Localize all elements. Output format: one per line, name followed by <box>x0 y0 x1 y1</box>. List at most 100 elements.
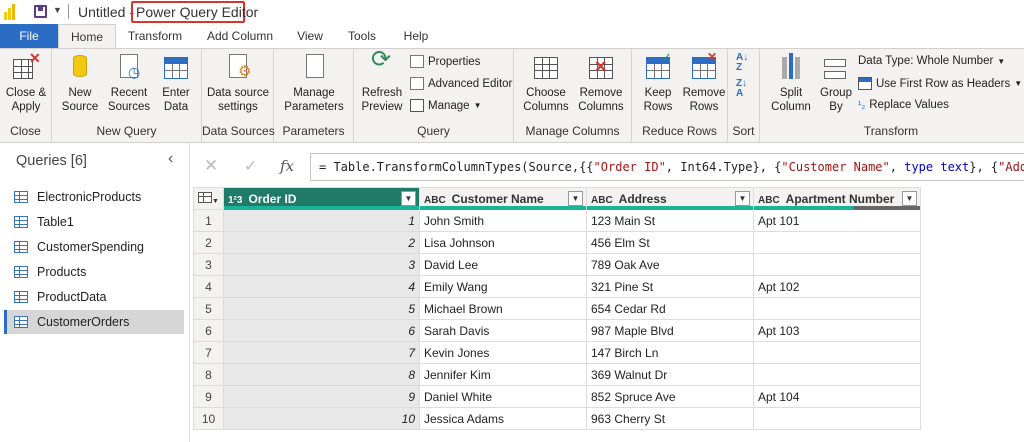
cell-order-id[interactable]: 5 <box>223 297 420 320</box>
cell-customer-name[interactable]: John Smith <box>419 209 587 232</box>
cell-apartment-number[interactable]: Apt 103 <box>753 319 921 342</box>
cell-address[interactable]: 963 Cherry St <box>586 407 754 430</box>
row-number[interactable]: 1 <box>193 209 224 232</box>
query-item-customerorders[interactable]: CustomerOrders <box>4 310 184 334</box>
cell-customer-name[interactable]: Jennifer Kim <box>419 363 587 386</box>
tab-tools[interactable]: Tools <box>342 24 382 48</box>
remove-columns-button[interactable]: ✕ Remove Columns <box>574 53 628 114</box>
cell-customer-name[interactable]: Sarah Davis <box>419 319 587 342</box>
text-type-icon[interactable]: ABC <box>758 195 780 206</box>
row-number[interactable]: 9 <box>193 385 224 408</box>
cell-order-id[interactable]: 1 <box>223 209 420 232</box>
group-by-button[interactable]: Group By <box>816 53 856 114</box>
row-number[interactable]: 4 <box>193 275 224 298</box>
cell-customer-name[interactable]: David Lee <box>419 253 587 276</box>
column-filter-dropdown[interactable]: ▼ <box>735 191 750 206</box>
close-apply-button[interactable]: ✕ Close & Apply <box>4 51 48 114</box>
use-first-row-headers-button[interactable]: Use First Row as Headers ▼ <box>858 77 1022 90</box>
cell-apartment-number[interactable]: Apt 102 <box>753 275 921 298</box>
tab-transform[interactable]: Transform <box>120 24 190 48</box>
cell-order-id[interactable]: 2 <box>223 231 420 254</box>
cell-order-id[interactable]: 3 <box>223 253 420 276</box>
column-filter-dropdown[interactable]: ▼ <box>568 191 583 206</box>
save-icon[interactable] <box>34 5 47 18</box>
cell-order-id[interactable]: 8 <box>223 363 420 386</box>
quick-access-dropdown-icon[interactable]: ▼ <box>53 5 62 15</box>
cell-customer-name[interactable]: Daniel White <box>419 385 587 408</box>
formula-input[interactable]: = Table.TransformColumnTypes(Source,{{"O… <box>310 153 1024 181</box>
cancel-formula-icon[interactable]: ✕ <box>204 156 218 176</box>
cell-customer-name[interactable]: Emily Wang <box>419 275 587 298</box>
row-number[interactable]: 10 <box>193 407 224 430</box>
query-item-customerspending[interactable]: CustomerSpending <box>4 235 184 259</box>
text-type-icon[interactable]: ABC <box>424 195 446 206</box>
query-item-table1[interactable]: Table1 <box>4 210 184 234</box>
cell-customer-name[interactable]: Michael Brown <box>419 297 587 320</box>
cell-address[interactable]: 654 Cedar Rd <box>586 297 754 320</box>
cell-customer-name[interactable]: Kevin Jones <box>419 341 587 364</box>
replace-values-button[interactable]: ¹₂ Replace Values <box>858 99 949 111</box>
data-source-settings-button[interactable]: ⚙ Data source settings <box>206 53 270 114</box>
cell-customer-name[interactable]: Jessica Adams <box>419 407 587 430</box>
cell-address[interactable]: 123 Main St <box>586 209 754 232</box>
cell-address[interactable]: 852 Spruce Ave <box>586 385 754 408</box>
column-header-address[interactable]: ABC Address ▼ <box>586 187 754 210</box>
column-filter-dropdown[interactable]: ▼ <box>401 191 416 206</box>
tab-add-column[interactable]: Add Column <box>202 24 278 48</box>
query-item-electronicproducts[interactable]: ElectronicProducts <box>4 185 184 209</box>
cell-customer-name[interactable]: Lisa Johnson <box>419 231 587 254</box>
table-menu-button[interactable]: ▼ <box>193 187 224 210</box>
split-column-button[interactable]: Split Column <box>768 53 814 114</box>
cell-address[interactable]: 147 Birch Ln <box>586 341 754 364</box>
row-number[interactable]: 2 <box>193 231 224 254</box>
cell-order-id[interactable]: 6 <box>223 319 420 342</box>
keep-rows-button[interactable]: ✓ Keep Rows <box>636 51 680 114</box>
cell-address[interactable]: 321 Pine St <box>586 275 754 298</box>
row-number[interactable]: 6 <box>193 319 224 342</box>
tab-view[interactable]: View <box>290 24 330 48</box>
cell-order-id[interactable]: 9 <box>223 385 420 408</box>
remove-rows-button[interactable]: ✕ Remove Rows <box>682 50 726 114</box>
text-type-icon[interactable]: ABC <box>591 195 613 206</box>
new-source-button[interactable]: New Source <box>60 53 100 114</box>
cell-apartment-number[interactable]: Apt 104 <box>753 385 921 408</box>
manage-parameters-button[interactable]: Manage Parameters <box>280 53 348 114</box>
row-number[interactable]: 5 <box>193 297 224 320</box>
query-item-productdata[interactable]: ProductData <box>4 285 184 309</box>
query-item-products[interactable]: Products <box>4 260 184 284</box>
cell-apartment-number[interactable] <box>753 407 921 430</box>
data-type-dropdown[interactable]: Data Type: Whole Number ▼ <box>858 55 1005 67</box>
cell-apartment-number[interactable] <box>753 253 921 276</box>
advanced-editor-button[interactable]: Advanced Editor <box>410 77 512 90</box>
sort-ascending-button[interactable]: A↓ Z <box>736 53 748 73</box>
fx-icon[interactable]: fx <box>280 157 294 175</box>
cell-address[interactable]: 789 Oak Ave <box>586 253 754 276</box>
cell-apartment-number[interactable]: Apt 101 <box>753 209 921 232</box>
cell-address[interactable]: 987 Maple Blvd <box>586 319 754 342</box>
row-number[interactable]: 7 <box>193 341 224 364</box>
whole-number-type-icon[interactable]: 1²3 <box>228 195 242 206</box>
refresh-preview-button[interactable]: ⟳ Refresh Preview <box>358 48 406 114</box>
manage-query-button[interactable]: Manage ▼ <box>410 99 481 112</box>
cell-apartment-number[interactable] <box>753 231 921 254</box>
column-header-order-id[interactable]: 1²3 Order ID ▼ <box>223 187 420 210</box>
recent-sources-button[interactable]: ◷ Recent Sources <box>106 53 152 114</box>
cell-address[interactable]: 456 Elm St <box>586 231 754 254</box>
column-header-apartment-number[interactable]: ABC Apartment Number ▼ <box>753 187 921 210</box>
choose-columns-button[interactable]: Choose Columns <box>520 53 572 114</box>
collapse-pane-icon[interactable]: ‹ <box>168 150 173 168</box>
column-filter-dropdown[interactable]: ▼ <box>902 191 917 206</box>
cell-order-id[interactable]: 10 <box>223 407 420 430</box>
tab-help[interactable]: Help <box>398 24 434 48</box>
commit-formula-icon[interactable]: ✓ <box>244 156 257 176</box>
enter-data-button[interactable]: Enter Data <box>156 53 196 114</box>
row-number[interactable]: 8 <box>193 363 224 386</box>
row-number[interactable]: 3 <box>193 253 224 276</box>
cell-address[interactable]: 369 Walnut Dr <box>586 363 754 386</box>
tab-home[interactable]: Home <box>58 24 116 48</box>
sort-descending-button[interactable]: Z↓ A <box>736 79 747 99</box>
cell-apartment-number[interactable] <box>753 297 921 320</box>
cell-apartment-number[interactable] <box>753 341 921 364</box>
tab-file[interactable]: File <box>0 24 58 48</box>
cell-order-id[interactable]: 4 <box>223 275 420 298</box>
